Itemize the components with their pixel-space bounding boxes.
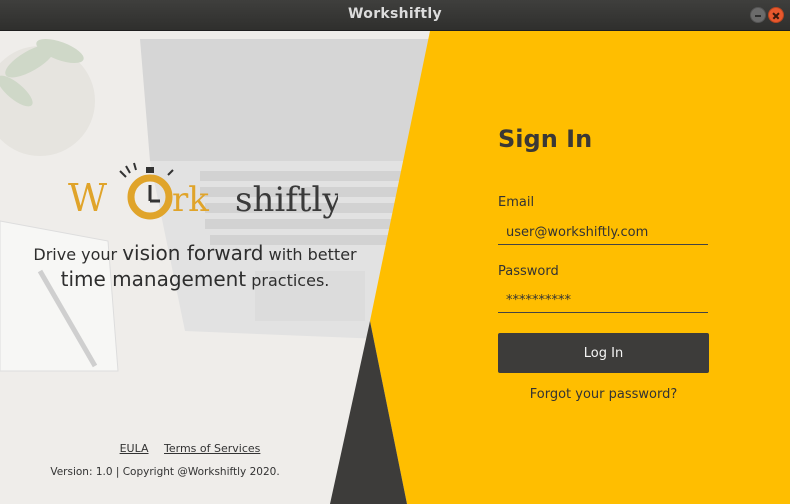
tagline-part2: vision forward — [122, 241, 264, 265]
login-screen: W rk shiftly Drive your vision forward w… — [0, 31, 790, 504]
app-window: Workshiftly W rk shiftly Drive your visi… — [0, 0, 790, 504]
signin-title: Sign In — [498, 125, 593, 153]
login-button[interactable]: Log In — [498, 333, 709, 373]
footer-links: EULA Terms of Services — [0, 442, 380, 455]
eula-link[interactable]: EULA — [120, 442, 149, 455]
clock-icon — [119, 162, 174, 220]
window-title: Workshiftly — [348, 6, 442, 22]
yellow-panel — [370, 31, 790, 504]
password-label: Password — [498, 264, 559, 279]
tagline-part5: practices. — [251, 271, 330, 290]
close-button[interactable] — [768, 7, 784, 23]
title-bar: Workshiftly — [0, 0, 790, 31]
terms-link[interactable]: Terms of Services — [164, 442, 260, 455]
tagline: Drive your vision forward with better ti… — [10, 241, 380, 293]
tagline-part4: time management — [60, 267, 247, 291]
tagline-part3: with better — [268, 245, 357, 264]
workshiftly-logo: W rk shiftly — [68, 162, 338, 220]
laptop-screen — [140, 39, 430, 161]
svg-text:rk: rk — [172, 180, 209, 220]
email-label: Email — [498, 195, 535, 210]
tagline-part1: Drive your — [33, 245, 118, 264]
minimize-button[interactable] — [750, 7, 766, 23]
svg-text:shiftly: shiftly — [235, 180, 338, 220]
svg-text:W: W — [68, 176, 107, 220]
password-field[interactable] — [498, 289, 708, 313]
version-text: Version: 1.0 | Copyright @Workshiftly 20… — [50, 466, 280, 478]
forgot-password-link[interactable]: Forgot your password? — [498, 387, 709, 402]
email-field[interactable] — [498, 221, 708, 245]
